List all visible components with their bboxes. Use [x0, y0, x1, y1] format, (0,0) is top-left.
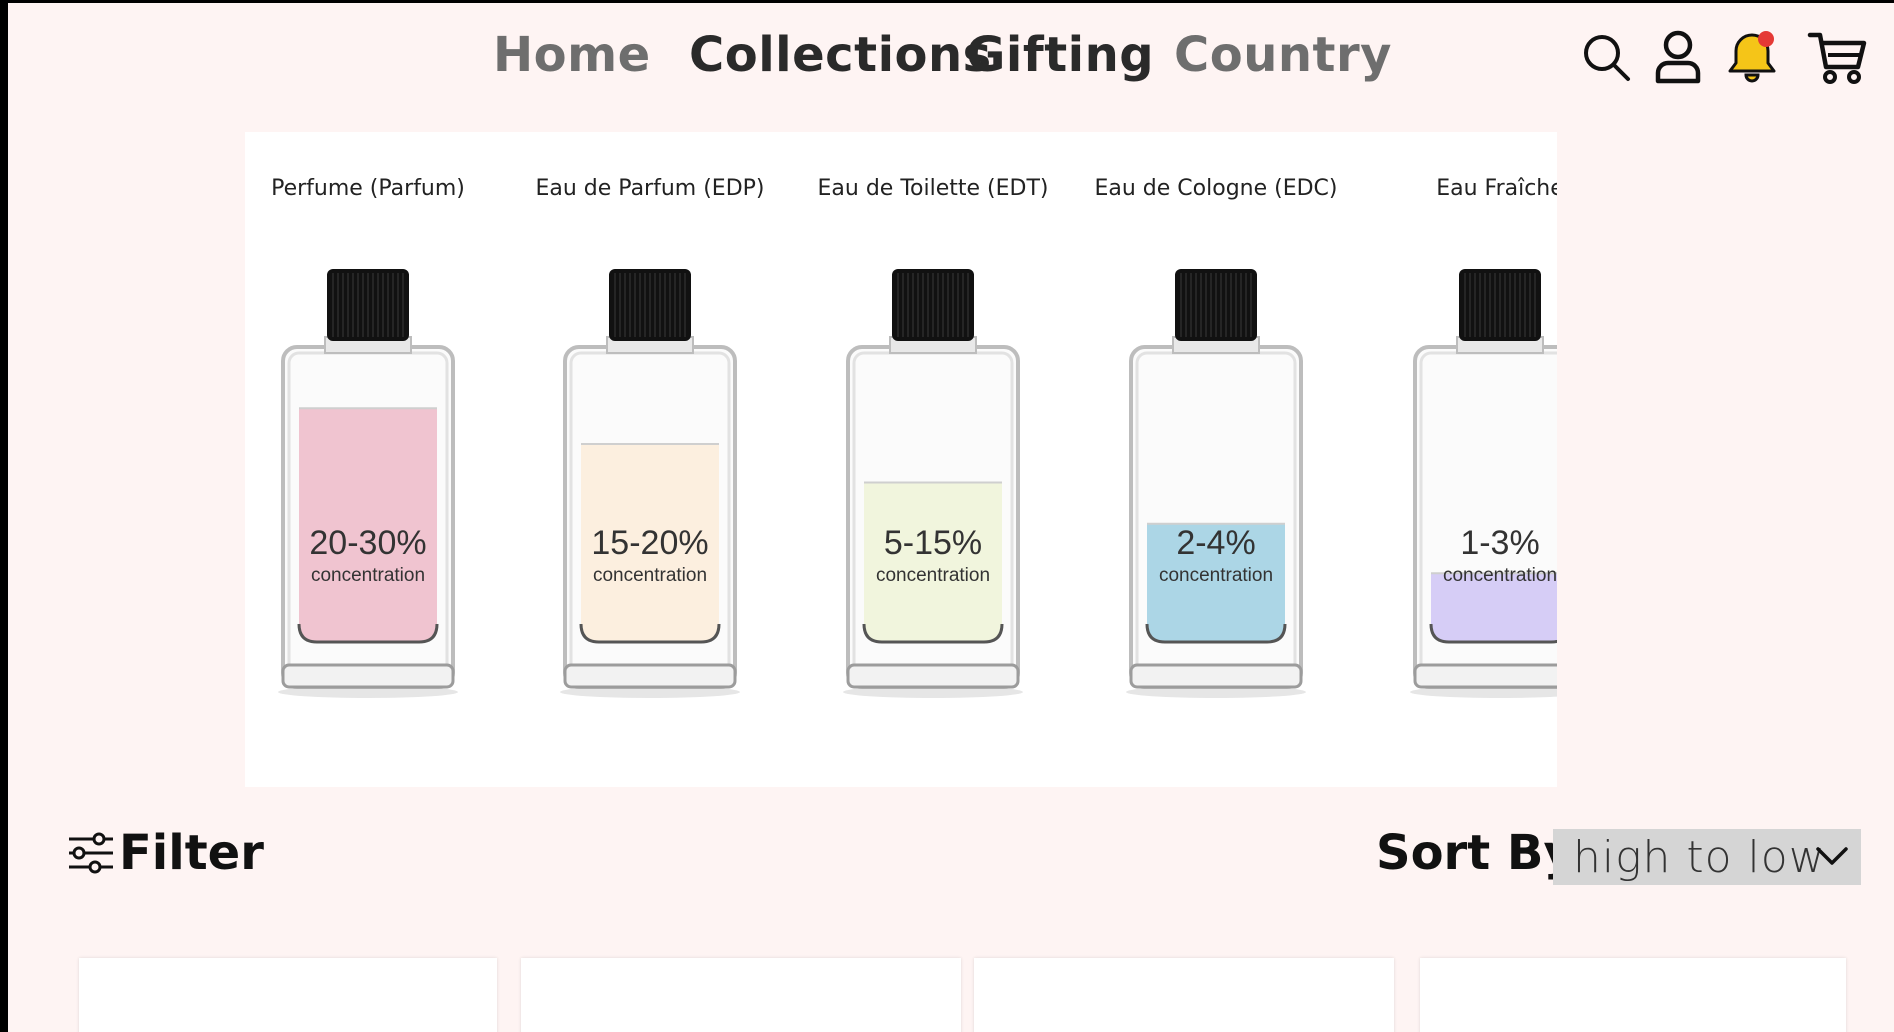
product-card[interactable]	[79, 958, 497, 1032]
bottle-edp: Eau de Parfum (EDP) 15-20% concentration	[525, 132, 775, 787]
filter-button[interactable]: Filter	[65, 823, 264, 883]
nav-gifting-link[interactable]: Gifting	[966, 27, 1154, 83]
bottle-image	[278, 269, 458, 698]
concentration-percent: 20-30%	[309, 524, 427, 562]
bottle-title: Eau Fraîche	[1436, 176, 1557, 201]
bottle-image	[560, 269, 740, 698]
concentration-label: concentration	[1442, 565, 1557, 586]
page: Home Collections Gifting Country Perfume…	[8, 3, 1894, 1032]
bottle-eau-fraiche: Eau Fraîche 1-3% concentration	[1375, 132, 1557, 787]
concentration-percent: 1-3%	[1460, 524, 1540, 562]
bottle-edc: Eau de Cologne (EDC) 2-4% concentration	[1091, 132, 1341, 787]
bottle-image	[1410, 269, 1557, 698]
concentration-banner: Perfume (Parfum) 20-30% concentration Ea…	[245, 132, 1557, 787]
concentration-label: concentration	[875, 565, 991, 586]
concentration-percent: 15-20%	[591, 524, 709, 562]
sort-dropdown[interactable]: high to low	[1553, 829, 1861, 885]
product-card[interactable]	[974, 958, 1394, 1032]
bottle-image	[1126, 269, 1306, 698]
concentration-percent: 2-4%	[1176, 524, 1256, 562]
sort-value: high to low	[1573, 831, 1826, 883]
bell-icon[interactable]	[1720, 25, 1784, 89]
bottle-title: Eau de Cologne (EDC)	[1094, 176, 1338, 201]
search-icon[interactable]	[1574, 25, 1638, 89]
bottle-image	[843, 269, 1023, 698]
cart-icon[interactable]	[1806, 25, 1870, 89]
concentration-label: concentration	[1158, 565, 1274, 586]
filter-label: Filter	[119, 825, 264, 881]
bottle-parfum: Perfume (Parfum) 20-30% concentration	[245, 132, 493, 787]
bottle-title: Eau de Toilette (EDT)	[817, 176, 1049, 201]
notification-dot	[1758, 31, 1774, 47]
nav-home-link[interactable]: Home	[493, 27, 651, 83]
concentration-label: concentration	[592, 565, 708, 586]
bottle-title: Eau de Parfum (EDP)	[535, 176, 765, 201]
nav-collections-link[interactable]: Collections	[689, 27, 992, 83]
chevron-down-icon	[1816, 847, 1848, 865]
concentration-label: concentration	[310, 565, 426, 586]
bottle-title: Perfume (Parfum)	[271, 176, 465, 201]
product-card[interactable]	[521, 958, 961, 1032]
product-card[interactable]	[1420, 958, 1846, 1032]
user-icon[interactable]	[1646, 25, 1710, 89]
top-nav: Home Collections Gifting Country	[8, 3, 1894, 123]
sliders-icon	[69, 832, 113, 874]
concentration-percent: 5-15%	[883, 524, 983, 562]
nav-country-link[interactable]: Country	[1174, 27, 1392, 83]
bottle-edt: Eau de Toilette (EDT) 5-15% concentratio…	[808, 132, 1058, 787]
